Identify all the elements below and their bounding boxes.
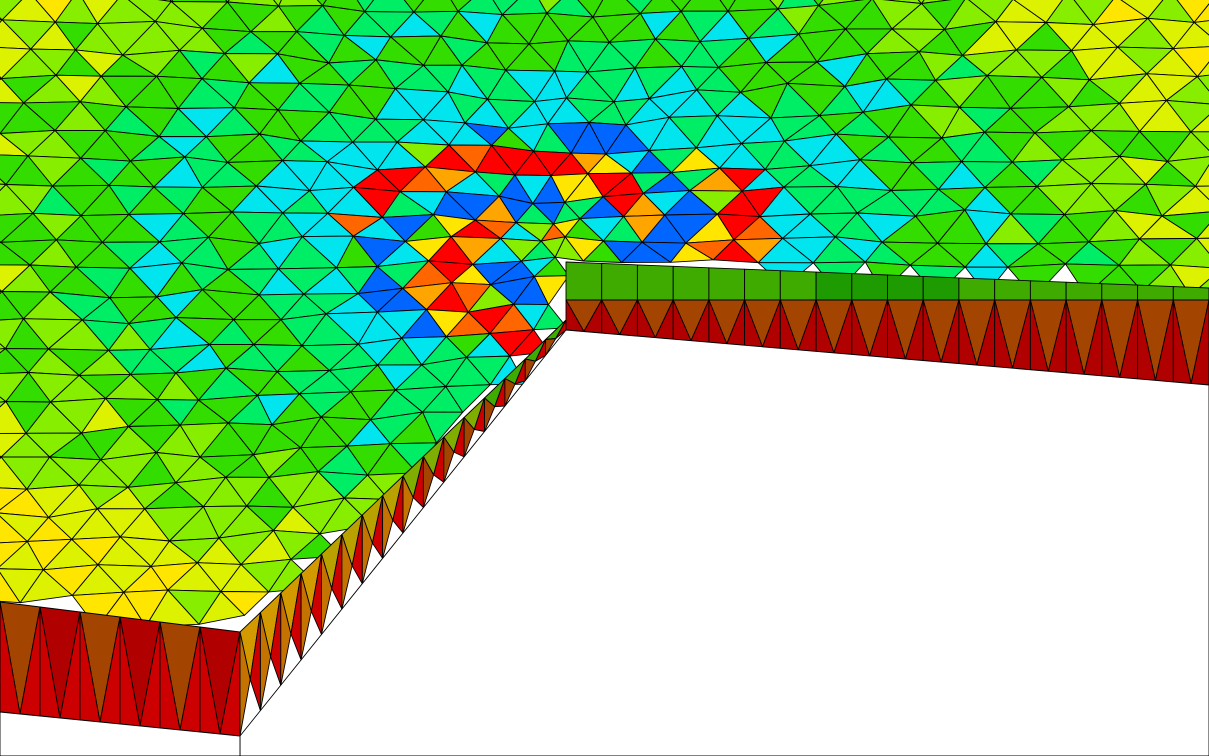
mesh-element [1101,283,1139,301]
mesh-element [744,268,781,301]
mesh-element [672,265,710,301]
mesh-element [1029,280,1067,301]
mesh-element [994,278,1031,301]
mesh-element [958,277,996,301]
mesh-element [708,267,746,301]
mesh-element [887,274,924,301]
mesh-element [1065,281,1103,301]
mesh-element [601,262,638,301]
mesh-element [1172,286,1209,301]
mesh-element [815,271,853,301]
mesh-element [922,275,960,301]
mesh-element [565,261,603,301]
fem-mesh-plot [0,0,1209,756]
mesh-element [636,264,674,301]
mesh-element [851,273,888,301]
mesh-element [1137,284,1174,301]
mesh-viewport[interactable] [0,0,1209,756]
mesh-element [779,270,817,301]
